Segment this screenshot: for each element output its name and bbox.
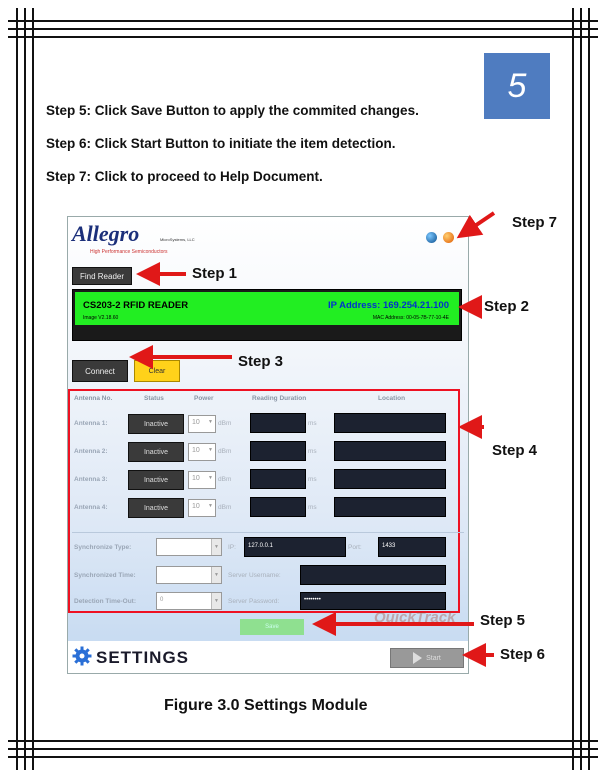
callout-step-2: Step 2 bbox=[484, 298, 530, 315]
callout-step-5: Step 5 bbox=[480, 612, 526, 629]
callout-step-1: Step 1 bbox=[192, 265, 238, 282]
callout-step-4: Step 4 bbox=[492, 442, 538, 459]
arrow-step-7 bbox=[456, 211, 496, 239]
callout-step-6: Step 6 bbox=[500, 646, 546, 663]
callout-step-3: Step 3 bbox=[238, 353, 284, 370]
figure-caption: Figure 3.0 Settings Module bbox=[164, 697, 368, 714]
callout-step-7: Step 7 bbox=[512, 214, 558, 231]
